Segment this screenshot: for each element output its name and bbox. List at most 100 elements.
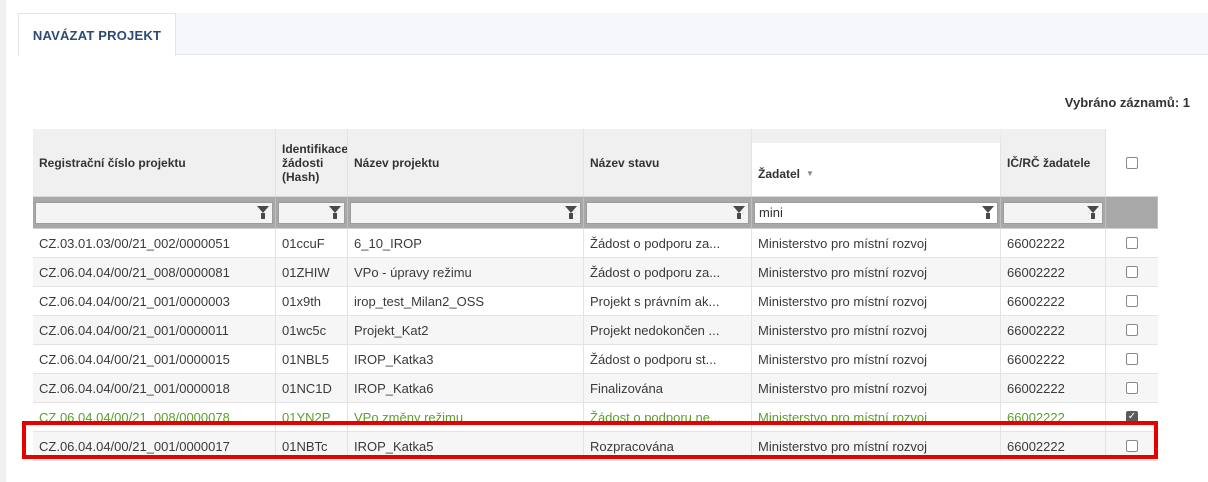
cell-name: VPo změny režimu	[348, 403, 584, 431]
cell-name: Projekt_Kat2	[348, 316, 584, 344]
projects-grid: Registrační číslo projektu Identifikace …	[33, 129, 1158, 461]
row-checkbox[interactable]	[1126, 237, 1138, 249]
cell-ic: 66002222	[1001, 403, 1106, 431]
filter-applicant-value: mini	[759, 205, 783, 220]
filter-cell-reg	[33, 197, 276, 228]
row-checkbox[interactable]	[1126, 295, 1138, 307]
cell-state: Žádost o podporu za...	[584, 229, 752, 257]
cell-state: Žádost o podporu st...	[584, 345, 752, 373]
cell-select	[1106, 374, 1158, 402]
header-hash[interactable]: Identifikace žádosti (Hash)	[276, 129, 348, 196]
cell-ic: 66002222	[1001, 345, 1106, 373]
table-row[interactable]: CZ.06.04.04/00/21_001/0000018 01NC1D IRO…	[33, 374, 1158, 403]
cell-state: Žádost o podporu za...	[584, 258, 752, 286]
cell-hash: 01NBL5	[276, 345, 348, 373]
row-checkbox[interactable]	[1126, 440, 1138, 452]
cell-hash: 01ZHIW	[276, 258, 348, 286]
cell-applicant: Ministerstvo pro místní rozvoj	[752, 432, 1001, 460]
filter-icon[interactable]	[257, 205, 269, 220]
filter-cell-applicant: mini	[752, 197, 1001, 228]
cell-hash: 01ccuF	[276, 229, 348, 257]
cell-ic: 66002222	[1001, 229, 1106, 257]
cell-name: 6_10_IROP	[348, 229, 584, 257]
header-applicant-label: Žadatel	[758, 167, 801, 181]
cell-hash: 01YN2P	[276, 403, 348, 431]
table-row[interactable]: CZ.06.04.04/00/21_008/0000081 01ZHIW VPo…	[33, 258, 1158, 287]
cell-state: Finalizována	[584, 374, 752, 402]
cell-applicant: Ministerstvo pro místní rozvoj	[752, 316, 1001, 344]
table-row[interactable]: CZ.06.04.04/00/21_001/0000015 01NBL5 IRO…	[33, 345, 1158, 374]
cell-reg: CZ.06.04.04/00/21_008/0000081	[33, 258, 276, 286]
cell-state: Rozpracována	[584, 432, 752, 460]
grid-header: Registrační číslo projektu Identifikace …	[33, 129, 1158, 197]
filter-icon[interactable]	[565, 205, 577, 220]
cell-applicant: Ministerstvo pro místní rozvoj	[752, 287, 1001, 315]
cell-ic: 66002222	[1001, 374, 1106, 402]
filter-row: mini	[33, 197, 1158, 229]
cell-reg: CZ.06.04.04/00/21_001/0000011	[33, 316, 276, 344]
table-row[interactable]: CZ.06.04.04/00/21_001/0000003 01x9th iro…	[33, 287, 1158, 316]
cell-select: ✓	[1106, 403, 1158, 431]
header-reg-number[interactable]: Registrační číslo projektu	[33, 129, 276, 196]
cell-reg: CZ.06.04.04/00/21_008/0000078	[33, 403, 276, 431]
cell-ic: 66002222	[1001, 316, 1106, 344]
cell-reg: CZ.06.04.04/00/21_001/0000015	[33, 345, 276, 373]
table-row[interactable]: CZ.06.04.04/00/21_001/0000011 01wc5c Pro…	[33, 316, 1158, 345]
selection-count: Vybráno záznamů: 1	[1064, 95, 1190, 110]
table-row[interactable]: CZ.06.04.04/00/21_001/0000017 01NBTc IRO…	[33, 432, 1158, 461]
header-project-name[interactable]: Název projektu	[348, 129, 584, 196]
filter-cell-empty	[1106, 197, 1158, 228]
cell-name: irop_test_Milan2_OSS	[348, 287, 584, 315]
header-ic[interactable]: IČ/RČ žadatele	[1001, 129, 1106, 196]
table-row-selected[interactable]: CZ.06.04.04/00/21_008/0000078 01YN2P VPo…	[33, 403, 1158, 432]
header-state[interactable]: Název stavu	[584, 129, 752, 196]
filter-cell-hash	[276, 197, 348, 228]
cell-name: IROP_Katka5	[348, 432, 584, 460]
grid-body: CZ.03.01.03/00/21_002/0000051 01ccuF 6_1…	[33, 229, 1158, 461]
filter-active-icon[interactable]	[982, 205, 994, 220]
table-row[interactable]: CZ.03.01.03/00/21_002/0000051 01ccuF 6_1…	[33, 229, 1158, 258]
sort-desc-icon[interactable]: ▼	[806, 167, 814, 181]
cell-hash: 01wc5c	[276, 316, 348, 344]
filter-applicant-input[interactable]: mini	[754, 201, 998, 224]
cell-applicant: Ministerstvo pro místní rozvoj	[752, 229, 1001, 257]
cell-name: IROP_Katka3	[348, 345, 584, 373]
cell-ic: 66002222	[1001, 287, 1106, 315]
filter-icon[interactable]	[733, 205, 745, 220]
cell-state: Projekt s právním ak...	[584, 287, 752, 315]
cell-select	[1106, 229, 1158, 257]
cell-select	[1106, 258, 1158, 286]
cell-select	[1106, 287, 1158, 315]
cell-reg: CZ.06.04.04/00/21_001/0000003	[33, 287, 276, 315]
filter-cell-name	[348, 197, 584, 228]
cell-select	[1106, 345, 1158, 373]
tab-bar: NAVÁZAT PROJEKT	[18, 13, 1208, 56]
filter-state-input[interactable]	[586, 201, 749, 224]
filter-cell-ic	[1001, 197, 1106, 228]
filter-ic-input[interactable]	[1003, 201, 1103, 224]
cell-reg: CZ.06.04.04/00/21_001/0000017	[33, 432, 276, 460]
cell-applicant: Ministerstvo pro místní rozvoj	[752, 345, 1001, 373]
row-checkbox[interactable]	[1126, 266, 1138, 278]
filter-name-input[interactable]	[350, 201, 581, 224]
filter-icon[interactable]	[329, 205, 341, 220]
row-checkbox-checked[interactable]: ✓	[1126, 411, 1138, 423]
filter-icon[interactable]	[1087, 205, 1099, 220]
filter-reg-input[interactable]	[35, 201, 273, 224]
filter-hash-input[interactable]	[278, 201, 345, 224]
cell-ic: 66002222	[1001, 258, 1106, 286]
tab-navazat-projekt[interactable]: NAVÁZAT PROJEKT	[18, 13, 176, 56]
cell-state: Žádost o podporu ne...	[584, 403, 752, 431]
cell-hash: 01NBTc	[276, 432, 348, 460]
cell-select	[1106, 432, 1158, 460]
header-applicant[interactable]: Žadatel ▼	[752, 129, 1001, 196]
cell-name: IROP_Katka6	[348, 374, 584, 402]
row-checkbox[interactable]	[1126, 382, 1138, 394]
row-checkbox[interactable]	[1126, 324, 1138, 336]
select-all-checkbox[interactable]	[1126, 156, 1138, 169]
cell-ic: 66002222	[1001, 432, 1106, 460]
cell-hash: 01NC1D	[276, 374, 348, 402]
row-checkbox[interactable]	[1126, 353, 1138, 365]
left-rail	[0, 0, 6, 482]
cell-select	[1106, 316, 1158, 344]
